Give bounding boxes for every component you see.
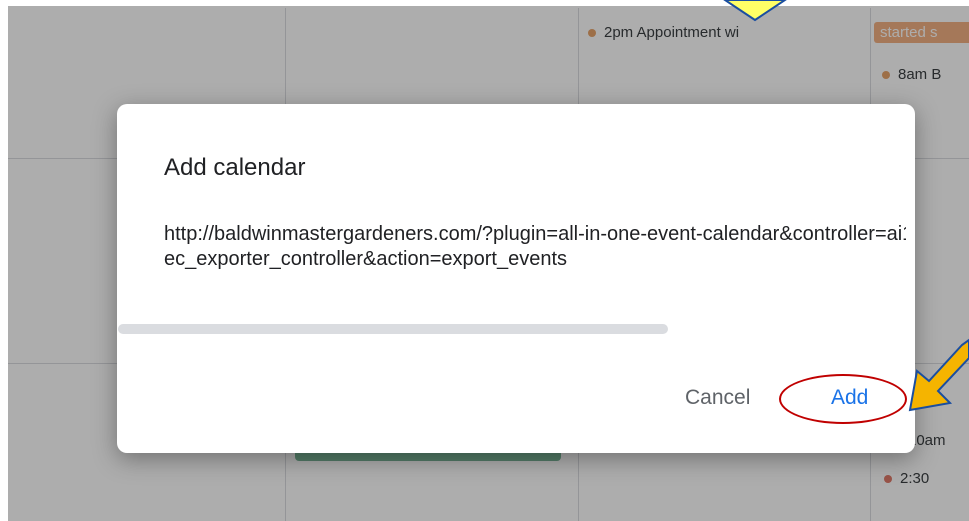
add-button[interactable]: Add — [831, 386, 868, 410]
add-calendar-dialog: Add calendar http://baldwinmastergardene… — [117, 104, 915, 453]
url-field[interactable]: http://baldwinmastergardeners.com/?plugi… — [164, 222, 906, 317]
url-value[interactable]: http://baldwinmastergardeners.com/?plugi… — [164, 222, 906, 272]
cancel-button[interactable]: Cancel — [685, 386, 750, 410]
dialog-title: Add calendar — [164, 154, 306, 181]
top-margin — [0, 0, 969, 6]
horizontal-scrollbar[interactable] — [118, 324, 668, 334]
left-margin — [0, 0, 8, 521]
